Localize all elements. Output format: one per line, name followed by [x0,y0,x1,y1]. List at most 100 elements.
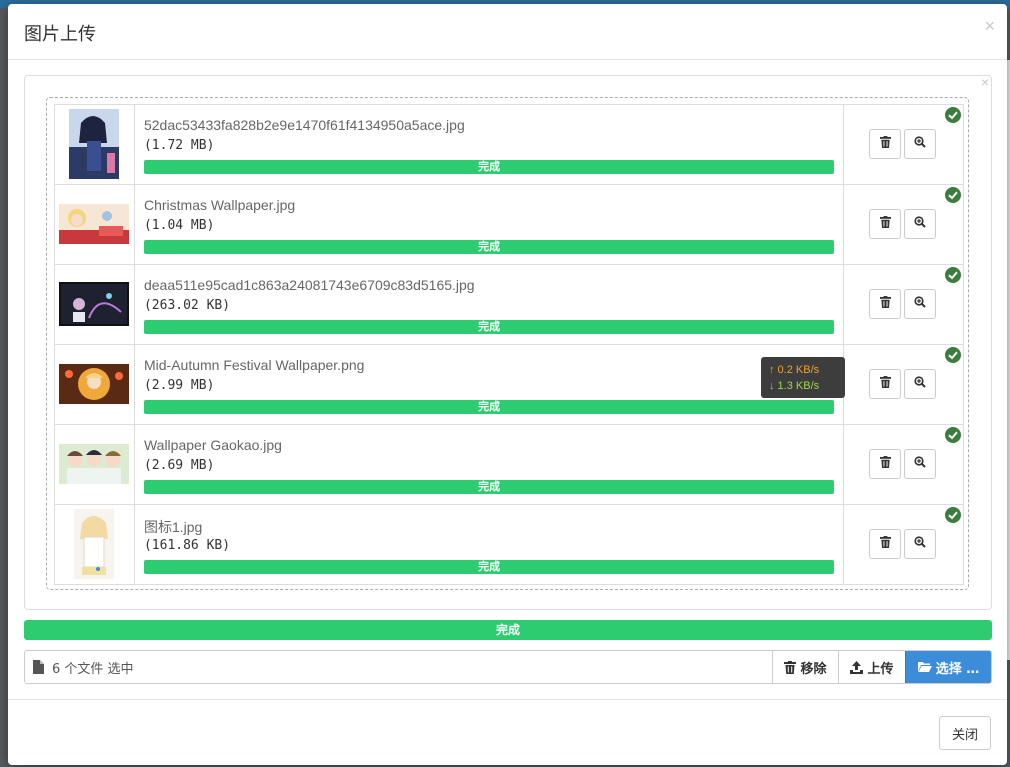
file-size: (1.04 MB) [143,218,215,233]
thumbnail-cell [54,264,135,345]
file-name: Mid-Autumn Festival Wallpaper.png [143,357,365,373]
file-actions-cell [843,344,964,425]
file-name: Christmas Wallpaper.jpg [143,197,296,213]
delete-file-button[interactable] [869,289,902,319]
remove-button[interactable]: 移除 [772,651,838,683]
file-actions-cell [843,264,964,345]
file-info-cell: Mid-Autumn Festival Wallpaper.png (2.99 M… [133,344,845,425]
image-thumbnail [59,282,130,331]
file-info-cell: deaa511e95cad1c863a24081743e6709c83d5165… [133,264,845,345]
trash-icon [879,375,891,393]
image-thumbnail [74,509,115,584]
file-progress-bar: 完成 [143,320,835,334]
file-name: 图标1.jpg [143,519,203,535]
image-thumbnail [59,364,130,409]
delete-file-button[interactable] [869,209,902,239]
delete-file-button[interactable] [869,129,902,159]
file-progress-label: 完成 [478,401,501,413]
browse-button-label: 选择 … [935,661,980,677]
zoom-file-button[interactable] [904,369,937,399]
upload-icon [850,660,864,674]
preview-close-icon[interactable]: × [981,74,989,90]
file-row: 52dac53433fa828b2e9e1470f61f4134950a5ace… [54,104,964,185]
file-size: (2.69 MB) [143,458,215,473]
upload-button[interactable]: 上传 [838,651,905,683]
delete-file-button[interactable] [869,449,902,479]
trash-icon [879,215,891,233]
zoom-file-button[interactable] [904,209,937,239]
file-progress-bar: 完成 [143,480,835,494]
file-info-cell: Wallpaper Gaokao.jpg (2.69 MB) 完成 [133,424,845,505]
zoom-file-button[interactable] [904,289,937,319]
folder-open-icon [917,662,932,672]
zoom-in-icon [914,375,926,393]
trash-icon [879,135,891,153]
file-row: deaa511e95cad1c863a24081743e6709c83d5165… [54,264,964,345]
download-speed: ↓ 1.3 KB/s [769,380,820,392]
file-name: Wallpaper Gaokao.jpg [143,437,282,453]
thumbnail-cell [54,104,135,185]
zoom-in-icon [914,215,926,233]
upload-success-icon [945,427,961,448]
drop-zone[interactable]: 52dac53433fa828b2e9e1470f61f4134950a5ace… [46,97,969,590]
trash-icon [879,535,891,553]
file-progress-bar: 完成 [143,400,835,414]
speed-tooltip: ↑ 0.2 KB/s ↓ 1.3 KB/s [761,357,845,398]
file-preview-frame: × 52dac53433fa828b2e9e1470f61f4134950a5a… [24,74,992,610]
modal-header: 图片上传 × [8,4,1007,60]
modal-close-icon[interactable]: × [984,16,995,37]
modal-footer: 关闭 [8,699,1007,765]
file-size: (2.99 MB) [143,378,215,393]
total-progress-bar: 完成 [24,620,992,640]
zoom-file-button[interactable] [904,449,937,479]
file-actions-cell [843,104,964,185]
zoom-file-button[interactable] [904,529,937,559]
file-progress-label: 完成 [478,321,501,333]
upload-success-icon [945,187,961,208]
zoom-in-icon [914,455,926,473]
trash-icon [879,455,891,473]
remove-button-label: 移除 [800,661,827,677]
upload-button-label: 上传 [867,661,894,677]
trash-icon [879,295,891,313]
delete-file-button[interactable] [869,529,902,559]
thumbnail-cell [54,424,135,505]
file-list: 52dac53433fa828b2e9e1470f61f4134950a5ace… [54,104,964,585]
zoom-in-icon [914,535,926,553]
image-thumbnail [69,109,120,184]
image-thumbnail [59,444,130,489]
file-row: Wallpaper Gaokao.jpg (2.69 MB) 完成 [54,424,964,505]
file-size: (263.02 KB) [143,298,231,313]
modal-title: 图片上传 [24,24,96,45]
file-progress-bar: 完成 [143,160,835,174]
file-actions-cell [843,424,964,505]
file-progress-bar: 完成 [143,560,835,574]
file-progress-bar: 完成 [143,240,835,254]
file-info-cell: Christmas Wallpaper.jpg (1.04 MB) 完成 [133,184,845,265]
file-size: (1.72 MB) [143,138,215,153]
image-upload-modal: 图片上传 × × 52dac53433fa828b2e9e1470f61f413… [8,4,1007,765]
file-progress-label: 完成 [478,161,501,173]
zoom-in-icon [914,135,926,153]
file-actions-cell [843,184,964,265]
file-row: Christmas Wallpaper.jpg (1.04 MB) 完成 [54,184,964,265]
zoom-file-button[interactable] [904,129,937,159]
upload-success-icon [945,107,961,128]
image-thumbnail [59,204,130,249]
file-name: deaa511e95cad1c863a24081743e6709c83d5165… [143,277,475,293]
browse-button[interactable]: 选择 … [905,651,991,683]
file-actions-cell [843,504,964,585]
file-icon [33,660,44,674]
zoom-in-icon [914,295,926,313]
trash-icon [784,660,797,674]
thumbnail-cell [54,344,135,425]
upload-success-icon [945,347,961,368]
file-info-cell: 图标1.jpg (161.86 KB) 完成 [133,504,845,585]
close-button[interactable]: 关闭 [939,716,991,750]
file-progress-label: 完成 [478,481,501,493]
thumbnail-cell [54,184,135,265]
delete-file-button[interactable] [869,369,902,399]
file-progress-label: 完成 [478,561,501,573]
upload-speed: ↑ 0.2 KB/s [769,364,820,376]
upload-success-icon [945,267,961,288]
